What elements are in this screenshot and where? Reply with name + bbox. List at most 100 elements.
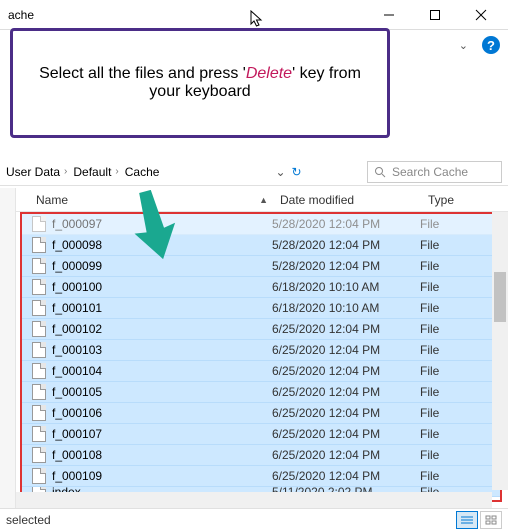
file-type: File — [420, 301, 500, 315]
file-type: File — [420, 469, 500, 483]
help-icon[interactable]: ? — [482, 36, 500, 54]
view-details-button[interactable] — [456, 511, 478, 529]
table-row[interactable]: f_000107 6/25/2020 12:04 PMFile — [22, 424, 500, 445]
cursor-icon — [250, 10, 264, 28]
file-icon — [32, 237, 46, 253]
horizontal-scrollbar[interactable] — [16, 492, 492, 508]
table-row[interactable]: f_000097 5/28/2020 12:04 PM File — [22, 214, 500, 235]
file-date: 5/28/2020 12:04 PM — [272, 217, 420, 231]
file-icon — [32, 279, 46, 295]
file-type: File — [420, 280, 500, 294]
file-name: f_000097 — [52, 217, 102, 231]
file-name: f_000103 — [52, 343, 102, 357]
file-name: f_000104 — [52, 364, 102, 378]
file-icon — [32, 405, 46, 421]
column-header-type[interactable]: Type — [422, 193, 508, 207]
ribbon-right: ⌄ ? — [459, 36, 500, 54]
table-row[interactable]: f_000102 6/25/2020 12:04 PMFile — [22, 319, 500, 340]
file-date: 6/25/2020 12:04 PM — [272, 427, 420, 441]
table-row[interactable]: f_000105 6/25/2020 12:04 PMFile — [22, 382, 500, 403]
titlebar: ache — [0, 0, 508, 30]
file-type: File — [420, 364, 500, 378]
file-name: f_000100 — [52, 280, 102, 294]
address-bar[interactable]: User Data› Default› Cache ⌄ ↻ Search Cac… — [0, 158, 508, 186]
file-type: File — [420, 322, 500, 336]
file-type: File — [420, 259, 500, 273]
address-dropdown-icon[interactable]: ⌄ — [275, 165, 285, 179]
breadcrumb-item-default[interactable]: Default› — [73, 165, 118, 179]
breadcrumb-item-cache[interactable]: Cache — [125, 165, 160, 179]
file-name: f_000107 — [52, 427, 102, 441]
file-type: File — [420, 427, 500, 441]
column-header-date[interactable]: Date modified — [274, 193, 422, 207]
file-list-panel: Name▲ Date modified Type f_000097 5/28/2… — [16, 188, 508, 508]
view-thumbnails-button[interactable] — [480, 511, 502, 529]
file-date: 6/25/2020 12:04 PM — [272, 406, 420, 420]
file-name: f_000108 — [52, 448, 102, 462]
table-row[interactable]: f_0001036/25/2020 12:04 PMFile — [22, 340, 500, 361]
file-date: 6/25/2020 12:04 PM — [272, 385, 420, 399]
nav-pane-collapsed[interactable] — [0, 188, 16, 508]
instruction-text-accent: Delete — [246, 65, 292, 82]
file-type: File — [420, 217, 500, 231]
instruction-text-pre: Select all the files and press ' — [39, 65, 246, 82]
minimize-button[interactable] — [366, 0, 412, 30]
close-button[interactable] — [458, 0, 504, 30]
sort-asc-icon: ▲ — [259, 195, 268, 205]
pointer-arrow-icon — [130, 190, 180, 260]
file-name: f_000109 — [52, 469, 102, 483]
file-icon — [32, 258, 46, 274]
table-row[interactable]: f_000109 6/25/2020 12:04 PMFile — [22, 466, 500, 487]
window-title: ache — [8, 8, 366, 22]
file-date: 5/28/2020 12:04 PM — [272, 259, 420, 273]
chevron-right-icon: › — [64, 166, 67, 177]
file-icon — [32, 216, 46, 232]
file-type: File — [420, 448, 500, 462]
table-row[interactable]: f_000099 5/28/2020 12:04 PMFile — [22, 256, 500, 277]
table-row[interactable]: f_000098 5/28/2020 12:04 PMFile — [22, 235, 500, 256]
ribbon-toggle-icon[interactable]: ⌄ — [459, 39, 468, 52]
file-date: 6/25/2020 12:04 PM — [272, 469, 420, 483]
file-date: 6/18/2020 10:10 AM — [272, 280, 420, 294]
file-name: f_000099 — [52, 259, 102, 273]
main-area: Name▲ Date modified Type f_000097 5/28/2… — [0, 188, 508, 508]
search-input[interactable]: Search Cache — [367, 161, 502, 183]
file-icon — [32, 363, 46, 379]
file-icon — [32, 300, 46, 316]
file-name: f_000105 — [52, 385, 102, 399]
file-name: f_000098 — [52, 238, 102, 252]
file-date: 6/25/2020 12:04 PM — [272, 448, 420, 462]
maximize-button[interactable] — [412, 0, 458, 30]
file-date: 5/28/2020 12:04 PM — [272, 238, 420, 252]
file-icon — [32, 384, 46, 400]
file-icon — [32, 468, 46, 484]
instruction-callout: Select all the files and press 'Delete' … — [10, 28, 390, 138]
file-name: f_000102 — [52, 322, 102, 336]
table-row[interactable]: f_000108 6/25/2020 12:04 PMFile — [22, 445, 500, 466]
search-placeholder: Search Cache — [392, 165, 468, 179]
file-date: 6/25/2020 12:04 PM — [272, 322, 420, 336]
selection-highlight-box: f_000097 5/28/2020 12:04 PM File f_00009… — [20, 212, 502, 502]
search-icon — [374, 166, 386, 178]
file-date: 6/18/2020 10:10 AM — [272, 301, 420, 315]
status-text: selected — [6, 513, 51, 527]
table-row[interactable]: f_000101 6/18/2020 10:10 AMFile — [22, 298, 500, 319]
vertical-scrollbar[interactable] — [492, 212, 508, 490]
file-name: f_000101 — [52, 301, 102, 315]
column-headers: Name▲ Date modified Type — [16, 188, 508, 212]
refresh-icon[interactable]: ↻ — [292, 165, 302, 179]
scroll-thumb[interactable] — [494, 272, 506, 322]
table-row[interactable]: f_000104 6/25/2020 12:04 PMFile — [22, 361, 500, 382]
file-name: f_000106 — [52, 406, 102, 420]
chevron-right-icon: › — [115, 166, 118, 177]
file-icon — [32, 426, 46, 442]
file-icon — [32, 342, 46, 358]
file-type: File — [420, 385, 500, 399]
file-type: File — [420, 238, 500, 252]
file-date: 6/25/2020 12:04 PM — [272, 364, 420, 378]
breadcrumb-item-userdata[interactable]: User Data› — [6, 165, 67, 179]
file-icon — [32, 447, 46, 463]
file-type: File — [420, 343, 500, 357]
table-row[interactable]: f_000100 6/18/2020 10:10 AMFile — [22, 277, 500, 298]
table-row[interactable]: f_0001066/25/2020 12:04 PMFile — [22, 403, 500, 424]
